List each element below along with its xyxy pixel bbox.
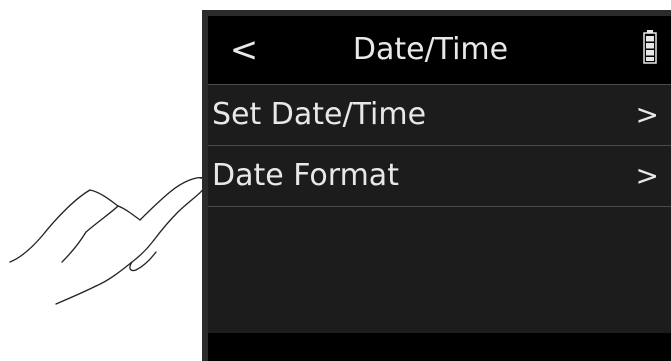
menu-item-date-format[interactable]: Date Format > [208, 145, 671, 207]
pointing-hand-icon [9, 176, 209, 305]
back-button[interactable]: < [222, 24, 266, 76]
lcd-screen: Date/Time < Set Date/Time > Date Format … [208, 16, 671, 361]
page-title: Date/Time [352, 32, 509, 67]
bottom-bar [208, 333, 671, 361]
recorder-device: Date/Time < Set Date/Time > Date Format … [202, 10, 671, 361]
chevron-right-icon: > [635, 159, 659, 192]
battery-icon [643, 30, 657, 64]
title-bar: Date/Time < [208, 16, 671, 84]
menu-item-set-date-time[interactable]: Set Date/Time > [208, 84, 671, 145]
menu-list: Set Date/Time > Date Format > [208, 84, 671, 333]
chevron-right-icon: > [635, 98, 659, 131]
menu-item-label: Date Format [212, 158, 399, 193]
menu-item-label: Set Date/Time [212, 97, 427, 132]
